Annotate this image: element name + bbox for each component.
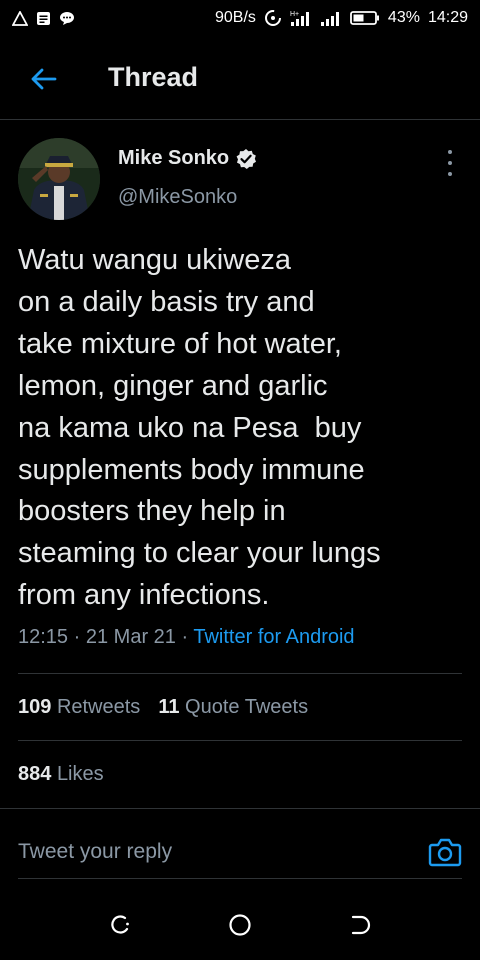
tweet-line: lemon, ginger and garlic (18, 369, 328, 402)
tweet-meta: 12:15 · 21 Mar 21 · Twitter for Android (18, 626, 355, 649)
verified-badge-icon (236, 148, 257, 169)
meta-separator: · (181, 626, 189, 648)
avatar[interactable] (18, 138, 100, 220)
more-dot (448, 161, 452, 165)
reply-input[interactable]: Tweet your reply (18, 840, 172, 864)
network-speed: 90B/s (215, 9, 256, 26)
tweet-source-link[interactable]: Twitter for Android (193, 626, 354, 648)
page-title: Thread (108, 62, 199, 92)
svg-text:H+: H+ (290, 11, 299, 18)
likes-label: Likes (56, 763, 104, 785)
avatar-image (18, 138, 100, 220)
nav-back-icon (351, 915, 371, 935)
tweet-line: na kama uko na Pesa buy (18, 411, 362, 444)
author-handle[interactable]: @MikeSonko (118, 186, 237, 209)
likes-count: 884 (18, 763, 52, 785)
status-bar: 90B/s H+ 43% 14:29 (0, 0, 480, 36)
quotes-count: 11 (158, 696, 180, 718)
more-vertical-icon (448, 150, 452, 154)
back-button[interactable] (26, 62, 60, 96)
retweets-count: 109 (18, 696, 52, 718)
quotes-label: Quote Tweets (185, 696, 309, 718)
tweet-line: steaming to clear your lungs (18, 537, 381, 570)
likes-divider (0, 808, 480, 809)
meta-divider (18, 673, 462, 674)
camera-icon (428, 838, 462, 867)
nav-back-button[interactable] (340, 905, 380, 945)
tweet-line: on a daily basis try and (18, 285, 315, 318)
chat-bubble-icon (59, 11, 76, 26)
retweets-stat[interactable]: 109 Retweets (18, 696, 140, 719)
author-name[interactable]: Mike Sonko (118, 147, 257, 170)
notes-icon (36, 11, 51, 26)
thread-header: Thread (0, 48, 480, 110)
stats-divider (18, 740, 462, 741)
more-options-button[interactable] (440, 150, 460, 176)
recent-apps-icon (111, 915, 129, 934)
header-divider (0, 119, 480, 120)
tweet-line: boosters they help in (18, 495, 286, 528)
retweets-label: Retweets (56, 696, 141, 718)
retweet-stats: 109 Retweets 11 Quote Tweets (18, 696, 308, 719)
data-saver-icon (264, 9, 282, 27)
home-button[interactable] (220, 905, 260, 945)
warning-icon (12, 10, 28, 26)
more-dot (448, 172, 452, 176)
tweet-line: take mixture of hot water, (18, 327, 342, 360)
tweet-text: Watu wangu ukiweza on a daily basis try … (18, 240, 462, 617)
meta-separator: · (73, 626, 81, 648)
likes-stats: 884 Likes (18, 763, 104, 786)
battery-icon (350, 10, 380, 26)
signal-1-icon: H+ (290, 9, 312, 27)
reply-bar: Tweet your reply (18, 836, 462, 868)
home-circle-icon (229, 914, 251, 936)
quotes-stat[interactable]: 11 Quote Tweets (158, 696, 308, 719)
signal-2-icon (320, 9, 342, 27)
likes-stat[interactable]: 884 Likes (18, 763, 104, 786)
clock: 14:29 (427, 9, 468, 26)
battery-percent: 43% (387, 9, 420, 26)
reply-divider (18, 878, 462, 879)
tweet-time: 12:15 (18, 626, 69, 648)
status-right-info: 90B/s H+ 43% 14:29 (215, 9, 468, 27)
status-left-icons (12, 10, 76, 26)
tweet-line: supplements body immune (18, 453, 365, 486)
tweet-line: from any infections. (18, 579, 270, 612)
arrow-left-icon (31, 68, 57, 90)
author-name-text: Mike Sonko (118, 147, 230, 169)
camera-button[interactable] (428, 837, 462, 867)
android-nav-bar (0, 890, 480, 960)
recent-apps-button[interactable] (100, 905, 140, 945)
tweet-date: 21 Mar 21 (85, 626, 176, 648)
tweet-line: Watu wangu ukiweza (18, 244, 291, 276)
